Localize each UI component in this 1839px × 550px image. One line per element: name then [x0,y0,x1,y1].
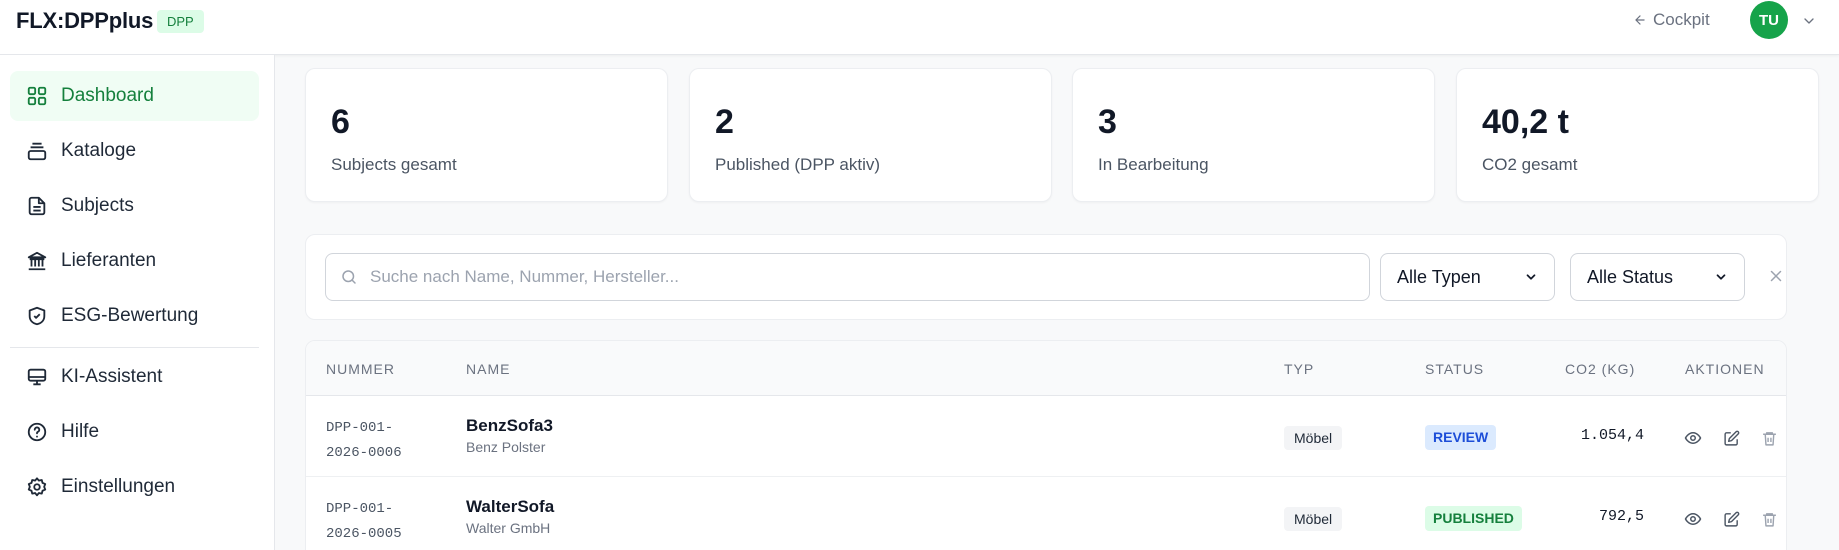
trash-icon [1762,512,1776,527]
gear-icon [27,477,47,497]
search-icon [342,270,356,284]
sidebar-item-label: KI-Assistent [61,366,163,387]
column-header-co2[interactable]: CO2 (KG) [1565,361,1635,377]
stat-card-subjects: 6 Subjects gesamt [305,68,668,202]
sidebar-item-hilfe[interactable]: Hilfe [10,407,259,457]
cockpit-label: Cockpit [1653,10,1710,29]
subjects-table: NUMMER NAME TYP STATUS CO2 (KG) AKTIONEN… [305,340,1787,550]
document-icon [28,196,46,216]
view-button[interactable] [1682,508,1704,530]
status-badge: REVIEW [1425,425,1497,450]
stat-label: Subjects gesamt [331,155,457,174]
type-badge: Möbel [1284,507,1343,531]
chevron-down-icon[interactable] [1801,13,1817,29]
stat-card-co2: 40,2 t CO2 gesamt [1456,68,1819,202]
status-badge: PUBLISHED [1425,506,1522,531]
stat-card-published: 2 Published (DPP aktiv) [689,68,1052,202]
sidebar: Dashboard Kataloge Subjects Lieferanten … [0,55,275,550]
type-badge: Möbel [1284,426,1343,450]
sidebar-item-dashboard[interactable]: Dashboard [10,71,259,121]
sidebar-divider [10,347,259,348]
table-row[interactable]: DPP-001- 2026-0006 BenzSofa3 Benz Polste… [306,396,1786,477]
sidebar-item-einstellungen[interactable]: Einstellungen [10,462,259,512]
sidebar-item-esg[interactable]: ESG-Bewertung [10,291,259,341]
help-circle-icon [27,422,47,442]
sidebar-item-label: Subjects [61,195,134,216]
status-filter-select[interactable]: Alle Status [1570,253,1745,301]
subject-number-line: 2026-0005 [326,526,402,542]
user-avatar[interactable]: TU [1750,1,1788,39]
view-button[interactable] [1682,427,1704,449]
monitor-icon [27,368,47,386]
edit-icon [1723,430,1739,446]
shield-check-icon [28,306,46,326]
search-input[interactable] [370,254,1360,300]
stat-value: 40,2 t [1482,103,1569,141]
building-icon [27,251,47,271]
table-row[interactable]: DPP-001- 2026-0005 WalterSofa Walter Gmb… [306,477,1786,550]
table-header: NUMMER NAME TYP STATUS CO2 (KG) AKTIONEN [306,341,1786,396]
column-header-number[interactable]: NUMMER [326,361,395,377]
subject-number-line: DPP-001- [326,501,394,517]
type-filter-value: Alle Typen [1397,266,1481,287]
stat-value: 3 [1098,103,1117,141]
grid-icon [27,86,47,106]
sidebar-item-lieferanten[interactable]: Lieferanten [10,236,259,286]
subject-number-line: DPP-001- [326,420,394,436]
stat-value: 6 [331,103,350,141]
subject-name[interactable]: WalterSofa [466,497,554,517]
column-header-name[interactable]: NAME [466,361,510,377]
sidebar-item-kataloge[interactable]: Kataloge [10,126,259,176]
trash-icon [1762,431,1776,446]
type-filter-select[interactable]: Alle Typen [1380,253,1555,301]
subject-manufacturer: Walter GmbH [466,520,551,536]
subject-number-line: 2026-0006 [326,445,402,461]
brand-logo[interactable]: FLX:DPPplus [16,8,153,34]
chevron-down-icon [1526,274,1536,280]
sidebar-item-label: Hilfe [61,421,100,442]
delete-button[interactable] [1758,427,1780,449]
column-header-actions: AKTIONEN [1685,361,1765,377]
arrow-left-icon [1635,15,1645,25]
subject-name[interactable]: BenzSofa3 [466,416,553,436]
edit-icon [1723,511,1739,527]
chevron-down-icon [1716,274,1726,280]
sidebar-item-label: Einstellungen [61,476,176,497]
eye-icon [1684,513,1702,525]
filter-bar: Alle Typen Alle Status [305,234,1787,320]
sidebar-item-label: Dashboard [61,85,154,106]
co2-value: 792,5 [1598,508,1644,525]
stack-icon [27,142,47,161]
stat-label: In Bearbeitung [1098,155,1209,174]
sidebar-item-label: Kataloge [61,140,137,161]
edit-button[interactable] [1720,427,1742,449]
column-header-type[interactable]: TYP [1284,361,1314,377]
subject-number: DPP-001- 2026-0005 [326,497,426,547]
brand-badge: DPP [157,10,204,33]
co2-value: 1.054,4 [1580,427,1644,444]
stat-card-in-progress: 3 In Bearbeitung [1072,68,1435,202]
sidebar-item-subjects[interactable]: Subjects [10,181,259,231]
stat-label: Published (DPP aktiv) [715,155,881,174]
stat-value: 2 [715,103,734,141]
top-header: FLX:DPPplus DPP Cockpit TU [0,0,1839,55]
stat-label: CO2 gesamt [1482,155,1578,174]
sidebar-item-ki-assistent[interactable]: KI-Assistent [10,352,259,402]
clear-filters-icon[interactable] [1767,267,1785,285]
delete-button[interactable] [1758,508,1780,530]
status-filter-value: Alle Status [1587,266,1674,287]
subject-number: DPP-001- 2026-0006 [326,416,426,466]
sidebar-item-label: ESG-Bewertung [61,305,199,326]
column-header-status[interactable]: STATUS [1425,361,1484,377]
sidebar-item-label: Lieferanten [61,250,157,271]
search-box [325,253,1370,301]
edit-button[interactable] [1720,508,1742,530]
eye-icon [1684,432,1702,444]
cockpit-link[interactable]: Cockpit [1633,10,1710,30]
subject-manufacturer: Benz Polster [466,439,546,455]
